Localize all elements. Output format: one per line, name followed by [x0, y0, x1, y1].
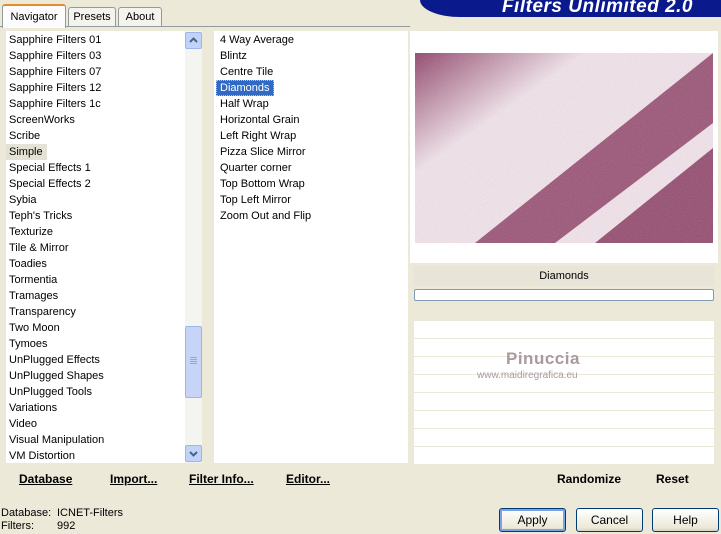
app-title: Filters Unlimited 2.0 [501, 0, 693, 17]
category-item[interactable]: Special Effects 1 [6, 160, 185, 176]
scroll-down-button[interactable] [185, 445, 202, 462]
filter-item[interactable]: Top Left Mirror [217, 192, 408, 208]
filter-item[interactable]: Quarter corner [217, 160, 408, 176]
database-label: Database: [1, 507, 52, 519]
category-item[interactable]: Tormentia [6, 272, 185, 288]
filter-item[interactable]: Diamonds [216, 80, 274, 96]
filter-item[interactable]: 4 Way Average [217, 32, 408, 48]
category-item[interactable]: UnPlugged Tools [6, 384, 185, 400]
filters-count-label: Filters: [1, 520, 34, 532]
reset-button[interactable]: Reset [656, 472, 689, 486]
filter-item[interactable]: Zoom Out and Flip [217, 208, 408, 224]
category-item[interactable]: UnPlugged Effects [6, 352, 185, 368]
scroll-up-button[interactable] [185, 32, 202, 49]
category-item[interactable]: Special Effects 2 [6, 176, 185, 192]
database-value: ICNET-Filters [57, 507, 123, 519]
category-item[interactable]: Sapphire Filters 12 [6, 80, 185, 96]
parameter-rows [414, 321, 714, 465]
filter-item[interactable]: Horizontal Grain [217, 112, 408, 128]
category-item[interactable]: Tramages [6, 288, 185, 304]
category-item[interactable]: Sapphire Filters 1c [6, 96, 185, 112]
category-item[interactable]: Toadies [6, 256, 185, 272]
tab-about[interactable]: About [118, 7, 162, 26]
filter-item[interactable]: Left Right Wrap [217, 128, 408, 144]
help-button[interactable]: Help [652, 508, 719, 532]
watermark-name: Pinuccia [506, 349, 580, 368]
tab-navigator[interactable]: Navigator [2, 4, 66, 28]
chevron-up-icon [189, 37, 198, 43]
category-scrollbar[interactable] [185, 31, 202, 463]
category-item[interactable]: ScreenWorks [6, 112, 185, 128]
category-item[interactable]: Transparency [6, 304, 185, 320]
filter-item[interactable]: Half Wrap [217, 96, 408, 112]
category-item[interactable]: Sapphire Filters 07 [6, 64, 185, 80]
category-item[interactable]: Variations [6, 400, 185, 416]
filter-item[interactable]: Top Bottom Wrap [217, 176, 408, 192]
category-item[interactable]: Scribe [6, 128, 185, 144]
editor-button[interactable]: Editor... [286, 472, 330, 486]
apply-button[interactable]: Apply [499, 508, 566, 532]
chevron-down-icon [189, 451, 198, 457]
filter-name-label: Diamonds [414, 266, 714, 286]
cancel-button[interactable]: Cancel [576, 508, 643, 532]
scroll-thumb[interactable] [185, 325, 202, 398]
category-list[interactable]: Sapphire Filters 01 Sapphire Filters 03 Sa… [6, 31, 185, 463]
category-item[interactable]: Simple [6, 144, 47, 160]
category-item[interactable]: Texturize [6, 224, 185, 240]
category-item[interactable]: Sapphire Filters 01 [6, 32, 185, 48]
watermark-url: www.maidiregrafica.eu [477, 370, 578, 381]
category-item[interactable]: UnPlugged Shapes [6, 368, 185, 384]
filter-item[interactable]: Centre Tile [217, 64, 408, 80]
category-item[interactable]: Video [6, 416, 185, 432]
category-item[interactable]: Two Moon [6, 320, 185, 336]
preview-image [415, 53, 713, 243]
database-button[interactable]: Database [19, 472, 72, 486]
randomize-button[interactable]: Randomize [557, 472, 621, 486]
category-item[interactable]: Teph's Tricks [6, 208, 185, 224]
category-item[interactable]: Sybia [6, 192, 185, 208]
filter-item[interactable]: Pizza Slice Mirror [217, 144, 408, 160]
filter-item[interactable]: Blintz [217, 48, 408, 64]
tab-presets[interactable]: Presets [68, 7, 116, 26]
category-item[interactable]: VM Distortion [6, 448, 185, 463]
category-item[interactable]: Tymoes [6, 336, 185, 352]
category-item[interactable]: Sapphire Filters 03 [6, 48, 185, 64]
progress-bar [414, 289, 714, 301]
title-banner: Filters Unlimited 2.0 [420, 0, 721, 17]
import-button[interactable]: Import... [110, 472, 157, 486]
filter-info-button[interactable]: Filter Info... [189, 472, 254, 486]
filters-count-value: 992 [57, 520, 76, 532]
filter-list[interactable]: 4 Way Average Blintz Centre Tile Diamonds Ha… [214, 31, 408, 463]
category-item[interactable]: Tile & Mirror [6, 240, 185, 256]
category-item[interactable]: Visual Manipulation [6, 432, 185, 448]
